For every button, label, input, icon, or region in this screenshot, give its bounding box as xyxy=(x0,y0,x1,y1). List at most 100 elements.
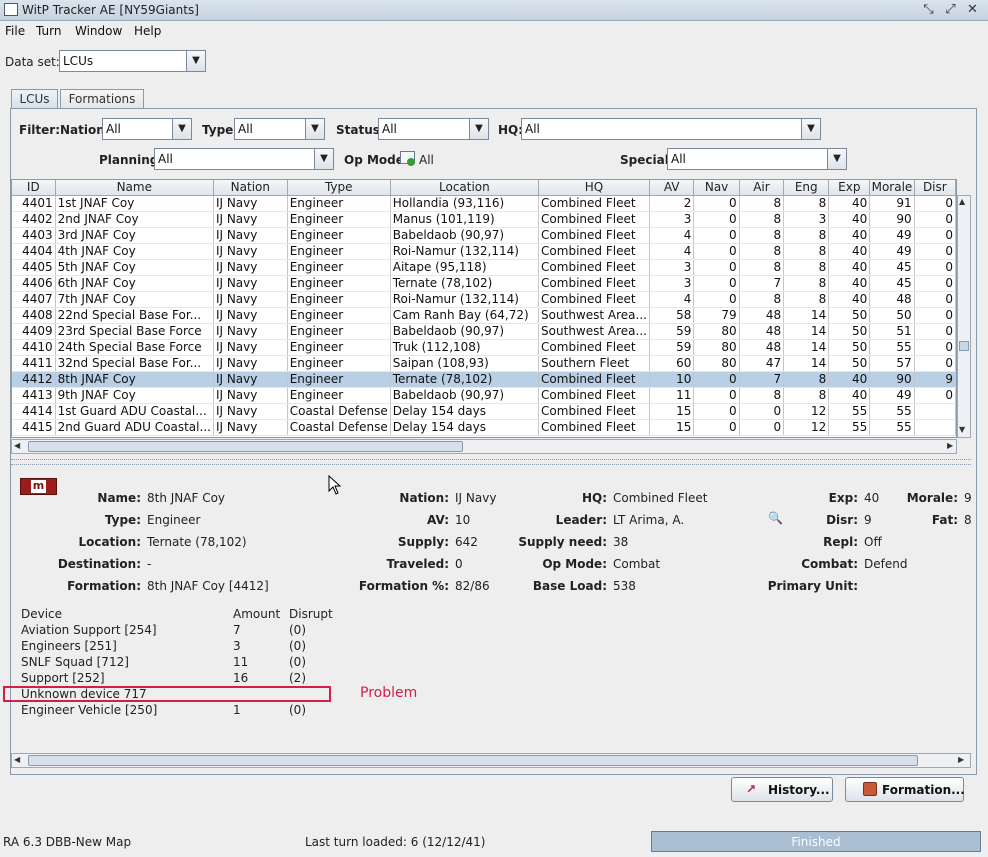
table-cell-av: 58 xyxy=(649,307,695,324)
history-button[interactable]: ↗ History... xyxy=(731,777,833,802)
scroll-thumb[interactable] xyxy=(28,755,918,766)
maximize-icon[interactable]: ⤢ xyxy=(942,2,959,18)
table-row[interactable]: 4410 24th Special Base Force IJ Navy Engine… xyxy=(12,339,956,356)
scroll-thumb[interactable] xyxy=(28,441,463,452)
table-cell-morale: 45 xyxy=(869,275,915,292)
type-select[interactable]: All ▼ xyxy=(234,118,325,140)
table-row[interactable]: 4413 9th JNAF Coy IJ Navy Engineer Babeldaob… xyxy=(12,387,956,404)
detail-value: Off xyxy=(864,535,882,549)
table-horizontal-scrollbar[interactable]: ◀ ▶ xyxy=(11,439,957,454)
table-cell-av: 2 xyxy=(649,195,695,212)
column-header-nav[interactable]: Nav xyxy=(693,180,740,196)
table-row[interactable]: 4405 5th JNAF Coy IJ Navy Engineer Aitape (9… xyxy=(12,259,956,276)
table-cell-morale: 90 xyxy=(869,371,915,388)
table-cell-hq: Southwest Area... xyxy=(538,323,650,340)
tab-lcus[interactable]: LCUs xyxy=(11,89,58,109)
nation-select[interactable]: All ▼ xyxy=(102,118,192,140)
table-cell-name: 23rd Special Base Force xyxy=(55,323,214,340)
table-cell-nation: IJ Navy xyxy=(213,227,288,244)
table-cell-av: 59 xyxy=(649,339,695,356)
table-row[interactable]: 4403 3rd JNAF Coy IJ Navy Engineer Babeldaob… xyxy=(12,227,956,244)
opmode-filter-icon[interactable] xyxy=(400,151,415,166)
chart-line-icon: ↗ xyxy=(746,782,757,796)
column-header-exp[interactable]: Exp xyxy=(828,180,871,196)
formation-button[interactable]: Formation... xyxy=(845,777,965,802)
table-cell-nation: IJ Navy xyxy=(213,339,288,356)
scroll-thumb[interactable] xyxy=(959,341,969,351)
menu-file[interactable]: File xyxy=(5,24,25,38)
table-row[interactable]: 4401 1st JNAF Coy IJ Navy Engineer Hollandia… xyxy=(12,195,956,212)
table-row[interactable]: 4406 6th JNAF Coy IJ Navy Engineer Ternate (… xyxy=(12,275,956,292)
opmode-value[interactable]: All xyxy=(419,153,434,167)
chevron-down-icon: ▼ xyxy=(469,119,488,139)
special-select[interactable]: All ▼ xyxy=(667,148,847,170)
column-header-name[interactable]: Name xyxy=(55,180,214,196)
column-header-hq[interactable]: HQ xyxy=(538,180,650,196)
column-header-disr[interactable]: Disr xyxy=(914,180,956,196)
table-row[interactable]: 4414 1st Guard ADU Coastal... IJ Navy Coast… xyxy=(12,403,956,420)
menu-turn[interactable]: Turn xyxy=(36,24,61,38)
table-cell-hq: Combined Fleet xyxy=(538,227,650,244)
table-cell-name: 1st JNAF Coy xyxy=(55,195,214,212)
search-icon[interactable]: 🔍 xyxy=(768,511,783,525)
table-cell-exp: 40 xyxy=(828,291,871,308)
device-amount: 3 xyxy=(233,639,241,653)
column-header-eng[interactable]: Eng xyxy=(783,180,830,196)
table-row[interactable]: 4408 22nd Special Base For... IJ Navy Engin… xyxy=(12,307,956,324)
table-cell-morale: 55 xyxy=(869,403,915,420)
table-cell-disr: 9 xyxy=(914,371,956,388)
chevron-down-icon: ▼ xyxy=(305,119,324,139)
table-row[interactable]: 4415 2nd Guard ADU Coastal... IJ Navy Coast… xyxy=(12,419,956,436)
table-cell-hq: Combined Fleet xyxy=(538,339,650,356)
status-select[interactable]: All ▼ xyxy=(378,118,489,140)
restore-icon[interactable]: ⤡ xyxy=(920,2,937,18)
column-header-morale[interactable]: Morale xyxy=(869,180,915,196)
formation-icon xyxy=(863,782,877,796)
menu-help[interactable]: Help xyxy=(134,24,161,38)
table-cell-nation: IJ Navy xyxy=(213,371,288,388)
lcu-table: ID Name Nation Type Location HQ AV Nav Air Eng Exp… xyxy=(11,179,957,438)
hq-select[interactable]: All ▼ xyxy=(521,118,821,140)
table-row[interactable]: 4409 23rd Special Base Force IJ Navy Engine… xyxy=(12,323,956,340)
table-cell-name: 5th JNAF Coy xyxy=(55,259,214,276)
progress-bar: Finished xyxy=(651,831,981,852)
table-cell-nav: 0 xyxy=(693,291,740,308)
splitter-handle[interactable] xyxy=(11,459,971,465)
scroll-right-icon[interactable]: ▶ xyxy=(947,441,953,450)
menu-window[interactable]: Window xyxy=(75,24,122,38)
table-row[interactable]: 4402 2nd JNAF Coy IJ Navy Engineer Manus (10… xyxy=(12,211,956,228)
tab-formations[interactable]: Formations xyxy=(60,89,144,109)
table-row[interactable]: 4412 8th JNAF Coy IJ Navy Engineer Ternate (… xyxy=(12,371,956,388)
detail-label: Fat: xyxy=(931,513,958,527)
close-icon[interactable]: ✕ xyxy=(964,2,981,18)
column-header-nation[interactable]: Nation xyxy=(213,180,288,196)
problem-highlight-box xyxy=(3,686,331,702)
table-cell-nation: IJ Navy xyxy=(213,259,288,276)
column-header-air[interactable]: Air xyxy=(739,180,785,196)
scroll-left-icon[interactable]: ◀ xyxy=(14,441,20,450)
column-header-av[interactable]: AV xyxy=(649,180,695,196)
table-cell-id: 4411 xyxy=(12,355,56,372)
scroll-up-icon[interactable]: ▲ xyxy=(959,197,965,206)
table-vertical-scrollbar[interactable]: ▲ ▼ xyxy=(957,195,971,438)
table-cell-disr: 0 xyxy=(914,243,956,260)
table-cell-hq: Southern Fleet xyxy=(538,355,650,372)
column-header-id[interactable]: ID xyxy=(12,180,56,196)
table-row[interactable]: 4407 7th JNAF Coy IJ Navy Engineer Roi-Namur… xyxy=(12,291,956,308)
table-row[interactable]: 4404 4th JNAF Coy IJ Navy Engineer Roi-Namur… xyxy=(12,243,956,260)
table-cell-nation: IJ Navy xyxy=(213,355,288,372)
details-horizontal-scrollbar[interactable]: ◀ ▶ xyxy=(11,753,971,768)
scroll-right-icon[interactable]: ▶ xyxy=(958,755,964,764)
table-cell-hq: Combined Fleet xyxy=(538,275,650,292)
dataset-select[interactable]: LCUs ▼ xyxy=(59,50,206,72)
table-row[interactable]: 4411 32nd Special Base For... IJ Navy Engin… xyxy=(12,355,956,372)
type-label: Type: xyxy=(202,123,239,137)
table-cell-av: 15 xyxy=(649,403,695,420)
last-turn-status: Last turn loaded: 6 (12/12/41) xyxy=(305,835,486,849)
column-header-location[interactable]: Location xyxy=(390,180,540,196)
scroll-left-icon[interactable]: ◀ xyxy=(14,755,20,764)
scroll-down-icon[interactable]: ▼ xyxy=(959,425,965,434)
table-cell-type: Engineer xyxy=(287,243,391,260)
column-header-type[interactable]: Type xyxy=(287,180,391,196)
planning-select[interactable]: All ▼ xyxy=(154,148,334,170)
